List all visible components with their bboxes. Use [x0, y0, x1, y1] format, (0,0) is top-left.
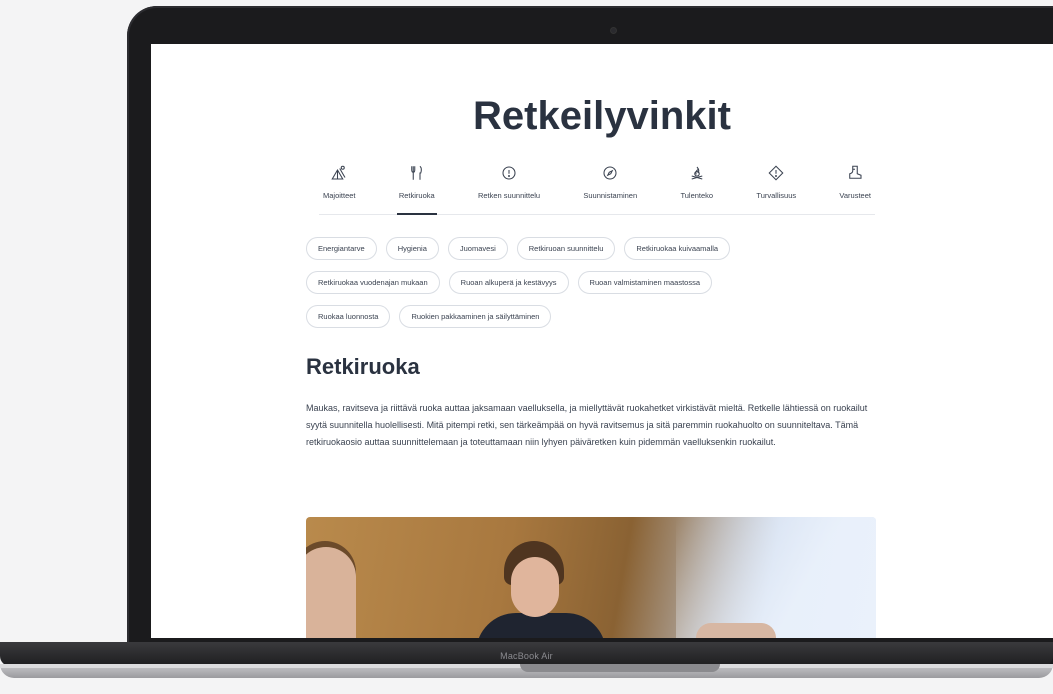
fork-knife-icon	[410, 165, 422, 180]
device-label: MacBook Air	[500, 651, 553, 661]
section-body-text: Maukas, ravitseva ja riittävä ruoka autt…	[306, 403, 868, 447]
chip-juomavesi[interactable]: Juomavesi	[447, 237, 508, 260]
nav-item-suunnistaminen[interactable]: Suunnistaminen	[579, 164, 641, 214]
nav-item-varusteet[interactable]: Varusteet	[835, 164, 875, 214]
photo-person-body	[476, 613, 606, 638]
chip-hygienia[interactable]: Hygienia	[385, 237, 439, 260]
nav-item-label: Majoitteet	[323, 191, 356, 200]
chip-row: Retkiruokaa vuodenajan mukaan Ruoan alku…	[306, 271, 896, 294]
nav-item-retkiruoka[interactable]: Retkiruoka	[395, 164, 439, 215]
topic-chip-list: Energiantarve Hygienia Juomavesi Retkiru…	[306, 237, 896, 339]
nav-item-retken-suunnittelu[interactable]: Retken suunnittelu	[474, 164, 544, 214]
chip-vuodenajan-mukaan[interactable]: Retkiruokaa vuodenajan mukaan	[306, 271, 440, 294]
page-title: Retkeilyvinkit	[473, 94, 731, 138]
campfire-icon	[691, 166, 703, 180]
nav-item-label: Retken suunnittelu	[477, 191, 541, 200]
chip-valmistaminen-maastossa[interactable]: Ruoan valmistaminen maastossa	[577, 271, 713, 294]
nav-item-label: Turvallisuus	[756, 191, 797, 200]
laptop-notch	[520, 664, 720, 672]
browser-viewport[interactable]: Retkeilyvinkit Majoitteet Retkiruoka Ret…	[151, 44, 1053, 638]
warning-sign-icon	[768, 165, 784, 181]
chip-retkiruoan-suunnittelu[interactable]: Retkiruoan suunnittelu	[516, 237, 616, 260]
nav-item-label: Varusteet	[839, 191, 871, 200]
hero-photo	[306, 517, 876, 638]
nav-item-tulenteko[interactable]: Tulenteko	[676, 164, 717, 214]
chip-alkupera-ja-kestavyys[interactable]: Ruoan alkuperä ja kestävyys	[448, 271, 569, 294]
nav-item-label: Retkiruoka	[398, 191, 435, 200]
chip-energiantarve[interactable]: Energiantarve	[306, 237, 377, 260]
boot-icon	[849, 165, 862, 179]
photo-hand	[696, 623, 776, 638]
chip-pakkaaminen-ja-sailyttaminen[interactable]: Ruokien pakkaaminen ja säilyttäminen	[399, 305, 552, 328]
nav-item-majoitteet[interactable]: Majoitteet	[319, 164, 360, 214]
chip-row: Ruokaa luonnosta Ruokien pakkaaminen ja …	[306, 305, 896, 328]
chip-ruokaa-luonnosta[interactable]: Ruokaa luonnosta	[306, 305, 391, 328]
compass-icon	[603, 166, 617, 180]
photo-person-face	[306, 547, 356, 638]
tent-icon	[331, 165, 346, 180]
chip-row: Energiantarve Hygienia Juomavesi Retkiru…	[306, 237, 896, 260]
chip-retkiruokaa-kuivaamalla[interactable]: Retkiruokaa kuivaamalla	[624, 237, 731, 260]
nav-item-label: Suunnistaminen	[583, 191, 638, 200]
info-icon	[502, 166, 516, 180]
section-title: Retkiruoka	[306, 354, 420, 379]
camera-icon	[611, 28, 616, 33]
nav-item-label: Tulenteko	[680, 191, 714, 200]
photo-person-face	[511, 557, 559, 617]
photo-window-light	[676, 517, 876, 638]
nav-item-turvallisuus[interactable]: Turvallisuus	[752, 164, 800, 214]
category-nav: Majoitteet Retkiruoka Retken suunnittelu…	[319, 164, 875, 215]
